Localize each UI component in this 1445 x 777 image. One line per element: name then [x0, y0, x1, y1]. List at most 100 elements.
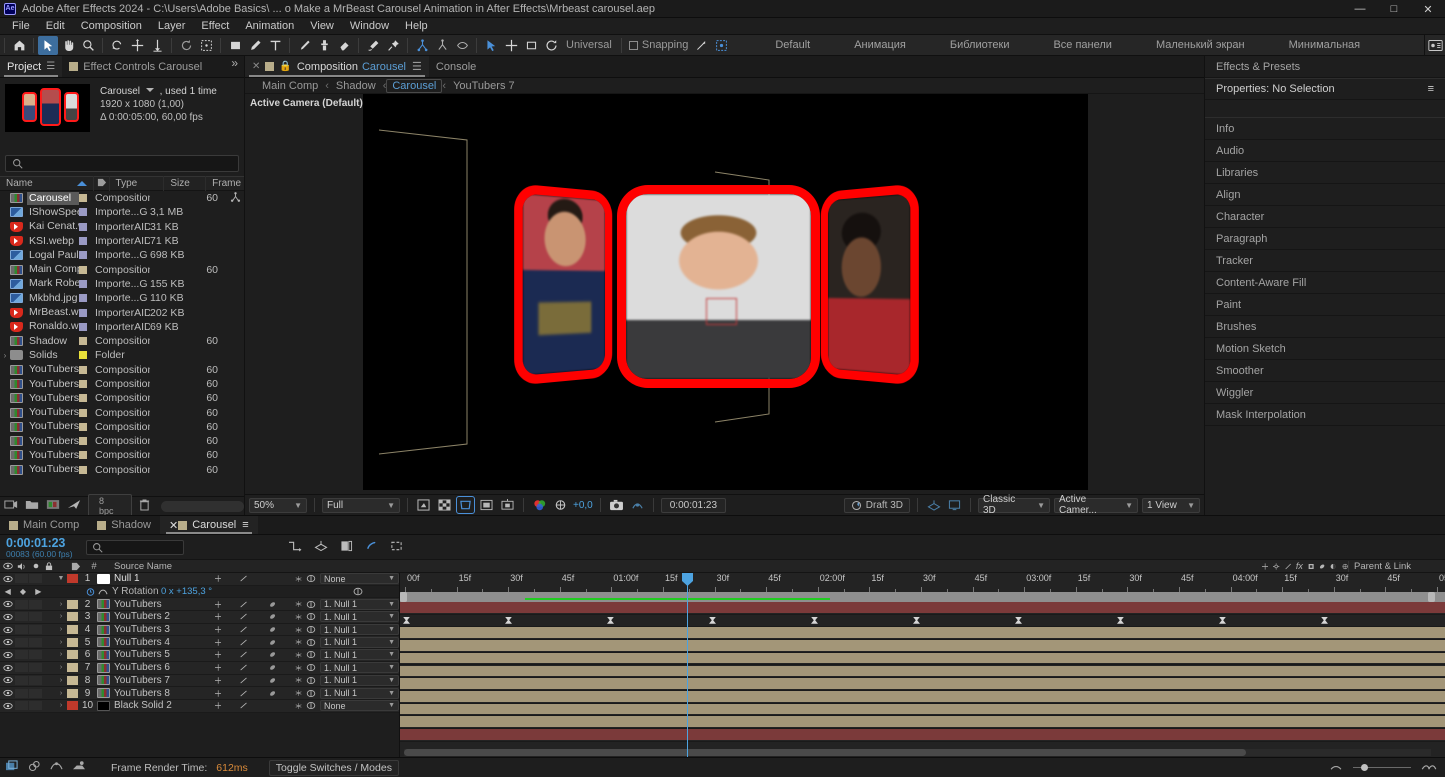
project-item-name[interactable]: IShowSpeed.jpg	[27, 206, 79, 219]
panel-character[interactable]: Character	[1205, 206, 1445, 228]
panel-audio[interactable]: Audio	[1205, 140, 1445, 162]
new-composition-icon[interactable]	[46, 499, 60, 513]
column-header-name[interactable]: Name	[0, 176, 94, 191]
channel-rgb-icon[interactable]	[531, 497, 548, 513]
zoom-level-select[interactable]: 50% ▼	[249, 498, 307, 513]
workspace-animation[interactable]: Анимация	[832, 39, 928, 51]
keyframe-marker[interactable]	[403, 617, 410, 624]
layer-switches[interactable]	[212, 701, 302, 711]
view-layout-select[interactable]: 1 View ▼	[1142, 498, 1200, 513]
project-item-row[interactable]: IShowSpeed.jpgImporte...G3,1 MB	[0, 205, 244, 219]
puppet-advanced-pin-icon[interactable]	[412, 36, 432, 55]
render-queue-icon[interactable]	[5, 760, 19, 775]
layer-switches[interactable]	[212, 574, 302, 584]
layer-parent-link[interactable]: 1. Null 1▼	[302, 599, 399, 610]
project-item-label-swatch[interactable]	[79, 451, 95, 459]
panel-properties[interactable]: Properties: No Selection ≡	[1205, 78, 1445, 100]
project-item-row[interactable]: KSI.webpImporterAIDE71 KB	[0, 234, 244, 248]
panel-wiggler[interactable]: Wiggler	[1205, 382, 1445, 404]
layer-visibility-toggle[interactable]	[0, 689, 15, 697]
project-item-row[interactable]: Mark Rober.jpgImporte...G155 KB	[0, 277, 244, 291]
breadcrumb-shadow[interactable]: Shadow	[329, 80, 383, 92]
layer-switches[interactable]	[212, 675, 302, 685]
timeline-layer-row[interactable]: ▼1Null 1None▼	[0, 573, 399, 586]
layer-audio-toggle[interactable]	[15, 625, 28, 634]
track-layer-row[interactable]	[400, 666, 1445, 679]
timeline-layer-row[interactable]: ›6YouTubers 51. Null 1▼	[0, 649, 399, 662]
keyframe-toggle-icon[interactable]: ◆	[20, 587, 26, 596]
project-item-label-swatch[interactable]	[79, 309, 95, 317]
project-item-name[interactable]: YouTubers 8	[27, 463, 79, 476]
layer-switches[interactable]	[212, 650, 302, 660]
show-snapshot-icon[interactable]	[629, 497, 646, 513]
project-item-row[interactable]: ›SolidsFolder	[0, 348, 244, 362]
composition-canvas[interactable]	[363, 94, 1088, 490]
timeline-layer-row[interactable]: ›9YouTubers 81. Null 1▼	[0, 687, 399, 700]
panel-overflow-chevron-icon[interactable]: »	[225, 56, 244, 77]
project-item-label-swatch[interactable]	[79, 266, 95, 274]
layer-label-color[interactable]	[67, 574, 78, 583]
puppet-bend-pin-icon[interactable]	[432, 36, 452, 55]
keyframe-marker[interactable]	[607, 617, 614, 624]
layer-audio-toggle[interactable]	[15, 676, 28, 685]
eraser-tool-icon[interactable]	[334, 36, 354, 55]
layer-visibility-toggle[interactable]	[0, 638, 15, 646]
layer-label-color[interactable]	[67, 689, 78, 698]
layer-duration-bar[interactable]	[400, 691, 1445, 702]
layer-name[interactable]: YouTubers 3	[114, 624, 212, 635]
pan-behind-tool-icon[interactable]	[147, 36, 167, 55]
breadcrumb-youtubers-7[interactable]: YouTubers 7	[446, 80, 522, 92]
layer-audio-toggle[interactable]	[15, 574, 28, 583]
layer-disclosure-icon[interactable]: ›	[55, 626, 67, 633]
track-layer-row[interactable]	[400, 602, 1445, 615]
layer-audio-toggle[interactable]	[15, 689, 28, 698]
hand-tool-icon[interactable]	[58, 36, 78, 55]
layer-visibility-toggle[interactable]	[0, 702, 15, 710]
rotate-shape-tool-icon[interactable]	[176, 36, 196, 55]
layer-disclosure-icon[interactable]: ›	[55, 677, 67, 684]
timeline-search-input[interactable]	[86, 540, 184, 555]
layer-visibility-toggle[interactable]	[0, 676, 15, 684]
parent-select[interactable]: 1. Null 1▼	[320, 599, 399, 610]
project-search-input[interactable]	[5, 155, 239, 172]
project-item-name[interactable]: YouTubers 2	[27, 378, 79, 391]
exposure-reset-icon[interactable]	[552, 497, 569, 513]
pen-tool-icon[interactable]	[245, 36, 265, 55]
close-button[interactable]: ✕	[1411, 0, 1445, 18]
keyframe-marker[interactable]	[1321, 617, 1328, 624]
type-tool-icon[interactable]	[265, 36, 285, 55]
carousel-card-ishowspeed[interactable]	[828, 193, 910, 375]
tab-project[interactable]: Project ☰	[0, 56, 62, 77]
panel-paint[interactable]: Paint	[1205, 294, 1445, 316]
project-item-name[interactable]: YouTubers 7	[27, 449, 79, 462]
keyframe-marker[interactable]	[811, 617, 818, 624]
project-item-label-swatch[interactable]	[79, 323, 95, 331]
project-item-label-swatch[interactable]	[79, 423, 95, 431]
project-item-name[interactable]: YouTubers	[27, 363, 79, 376]
draft-3d-button[interactable]: Draft 3D	[844, 498, 910, 513]
parent-select[interactable]: 1. Null 1▼	[320, 611, 399, 622]
layer-duration-bar[interactable]	[400, 653, 1445, 664]
project-item-name[interactable]: Ronaldo.webp	[27, 320, 79, 333]
layer-name[interactable]: YouTubers 7	[114, 675, 212, 686]
brush-tool-icon[interactable]	[294, 36, 314, 55]
viewer-timecode[interactable]: 0:00:01:23	[661, 498, 726, 513]
project-item-row[interactable]: Logal Paul.jpgImporte...G698 KB	[0, 248, 244, 262]
layer-duration-bar[interactable]	[400, 704, 1445, 715]
layer-visibility-toggle[interactable]	[0, 575, 15, 583]
keyframe-marker[interactable]	[1015, 617, 1022, 624]
layer-name[interactable]: YouTubers 5	[114, 649, 212, 660]
home-icon[interactable]	[9, 36, 29, 55]
layer-duration-bar[interactable]	[400, 627, 1445, 638]
workspace-libraries[interactable]: Библиотеки	[928, 39, 1032, 51]
project-item-label-swatch[interactable]	[79, 280, 95, 288]
hide-shy-layers-icon[interactable]	[340, 540, 353, 555]
column-header-framerate[interactable]: Frame R...	[206, 176, 244, 191]
panel-effects-presets[interactable]: Effects & Presets	[1205, 56, 1445, 78]
snapping-toggle[interactable]: Snapping	[626, 39, 692, 51]
anchor-point-icon[interactable]	[501, 36, 521, 55]
layer-solo-toggle[interactable]	[29, 650, 42, 659]
timeline-layer-row[interactable]: ›10Black Solid 2None▼	[0, 700, 399, 713]
layer-parent-link[interactable]: 1. Null 1▼	[302, 649, 399, 660]
layer-disclosure-icon[interactable]: ›	[55, 664, 67, 671]
